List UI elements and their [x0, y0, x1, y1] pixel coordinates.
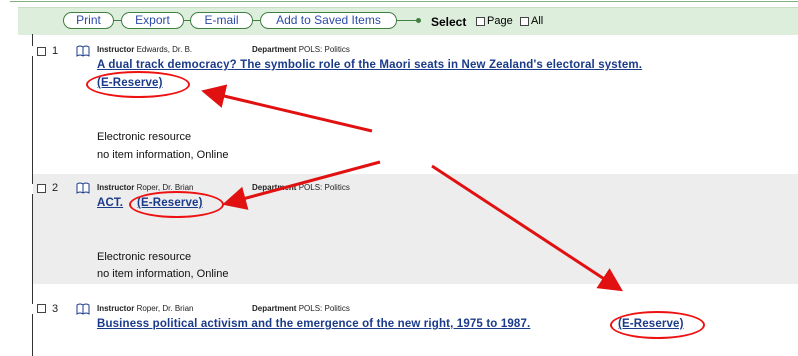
annotation-arrow	[222, 160, 381, 210]
annotation-arrows	[201, 84, 624, 292]
annotation-arrow	[431, 164, 624, 292]
annotation-arrow	[201, 84, 373, 133]
